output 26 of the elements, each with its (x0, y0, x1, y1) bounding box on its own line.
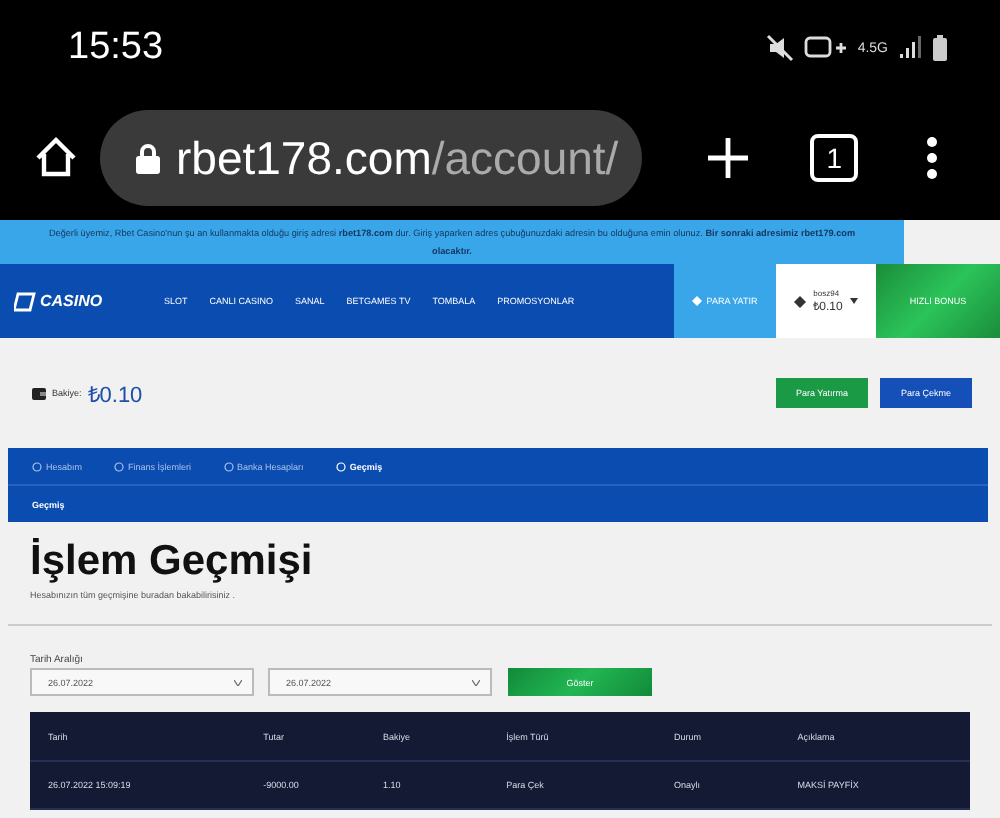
caret-icon (850, 298, 859, 304)
battery-icon (932, 34, 948, 62)
circle-icon (114, 461, 125, 471)
signal-icon (898, 36, 922, 60)
url-text: rbet178.com/account/ (176, 131, 619, 185)
address-bar[interactable]: rbet178.com/account/ (100, 110, 643, 206)
circle-icon (223, 461, 234, 471)
plus-icon[interactable] (706, 136, 751, 180)
diamond-icon (793, 295, 806, 307)
chevron-icon (472, 679, 480, 685)
page-title: İşlem Geçmişi (28, 536, 315, 586)
circle-icon (335, 461, 346, 471)
chevron-icon (234, 679, 242, 685)
lock-icon (136, 143, 160, 173)
tab-count-button[interactable]: 1 (810, 134, 859, 182)
circle-icon (32, 461, 42, 471)
menu-icon[interactable] (926, 136, 939, 180)
clock: 15:53 (68, 26, 164, 70)
logo-icon (14, 291, 36, 311)
mute-icon (765, 34, 794, 62)
hd-voice-icon (803, 36, 848, 60)
balance-value: ₺0.10 (87, 382, 143, 408)
diamond-icon (692, 296, 703, 306)
logo-text: CASINO (40, 292, 103, 310)
wallet-icon (32, 387, 46, 399)
home-icon[interactable] (32, 134, 80, 182)
